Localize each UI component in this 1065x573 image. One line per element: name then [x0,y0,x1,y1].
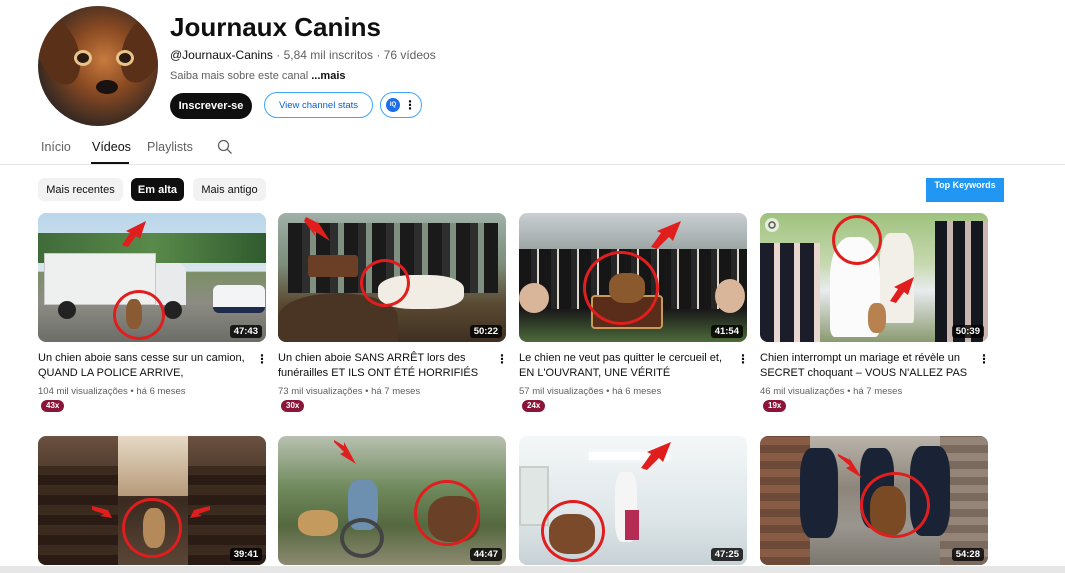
video-menu-icon[interactable]: ⋮ [978,352,990,366]
channel-about[interactable]: Saiba mais sobre este canal ...mais [170,70,346,82]
chip-popular[interactable]: Em alta [131,178,184,201]
video-card[interactable]: 39:41 [38,436,266,565]
about-more-link[interactable]: ...mais [311,70,345,82]
outlier-badge: 43x [41,400,65,412]
video-duration: 41:54 [710,325,743,338]
video-card[interactable]: 50:39 Chien interrompt un mariage et rév… [760,213,990,412]
video-meta: 46 mil visualizações • há 7 meses [760,386,903,397]
video-thumbnail[interactable]: 44:47 [278,436,506,565]
extension-icon: IQ [386,98,400,112]
video-age: há 7 meses [371,386,421,397]
tab-playlists[interactable]: Playlists [147,140,193,154]
about-text: Saiba mais sobre este canal [170,70,309,82]
video-age: há 6 meses [136,386,186,397]
subscribe-button[interactable]: Inscrever-se [170,93,252,119]
video-menu-icon[interactable]: ⋮ [256,352,268,366]
video-age: há 6 meses [612,386,662,397]
video-duration: 47:25 [710,548,743,561]
video-duration: 44:47 [469,548,502,561]
channel-name: Journaux Canins [170,12,381,42]
video-card[interactable]: 50:22 Un chien aboie SANS ARRÊT lors des… [278,213,508,412]
video-meta: 57 mil visualizações • há 6 meses [519,386,662,397]
video-views: 104 mil visualizações [38,386,128,397]
more-vert-icon[interactable]: ⋮ [404,99,416,111]
video-thumbnail[interactable]: 47:25 [519,436,747,565]
video-menu-icon[interactable]: ⋮ [496,352,508,366]
outlier-badge: 19x [763,400,787,412]
meta-separator: · [376,48,381,62]
channel-tabs: Início Vídeos Playlists [0,130,1065,165]
channel-stats-button[interactable]: View channel stats [264,92,373,118]
search-icon[interactable] [217,139,233,155]
extension-button[interactable]: IQ ⋮ [380,92,422,118]
channel-avatar[interactable] [38,6,158,126]
video-menu-icon[interactable]: ⋮ [737,352,749,366]
video-card[interactable]: 47:25 [519,436,747,565]
video-duration: 54:28 [951,548,984,561]
tab-videos[interactable]: Vídeos [92,140,131,154]
video-age: há 7 meses [853,386,903,397]
video-thumbnail[interactable]: 39:41 [38,436,266,565]
video-card[interactable]: 41:54 Le chien ne veut pas quitter le ce… [519,213,749,412]
chip-oldest[interactable]: Mais antigo [193,178,266,201]
video-views: 57 mil visualizações [519,386,604,397]
video-title[interactable]: Le chien ne veut pas quitter le cercueil… [519,351,734,381]
video-thumbnail[interactable]: 41:54 [519,213,747,342]
active-tab-indicator [91,162,129,164]
video-meta: 104 mil visualizações • há 6 meses [38,386,186,397]
video-thumbnail[interactable]: 54:28 [760,436,988,565]
video-views: 46 mil visualizações [760,386,845,397]
settings-overlay-icon [765,218,779,232]
channel-handle: @Journaux-Canins [170,48,273,62]
subscriber-count: 5,84 mil inscritos [283,48,373,62]
video-thumbnail[interactable]: 50:39 [760,213,988,342]
channel-meta: @Journaux-Canins · 5,84 mil inscritos · … [170,48,436,62]
bottom-scroll-area [0,566,1065,573]
video-title[interactable]: Un chien aboie SANS ARRÊT lors des funér… [278,351,493,381]
video-thumbnail[interactable]: 50:22 [278,213,506,342]
video-meta: 73 mil visualizações • há 7 meses [278,386,421,397]
video-card[interactable]: 54:28 [760,436,988,565]
outlier-badge: 24x [522,400,546,412]
video-count: 76 vídeos [383,48,436,62]
video-card[interactable]: 47:43 Un chien aboie sans cesse sur un c… [38,213,268,412]
video-card[interactable]: 44:47 [278,436,506,565]
video-duration: 50:39 [951,325,984,338]
video-duration: 50:22 [469,325,502,338]
channel-header: Journaux Canins @Journaux-Canins · 5,84 … [0,0,1065,130]
outlier-badge: 30x [281,400,305,412]
meta-separator: · [276,48,281,62]
video-duration: 39:41 [229,548,262,561]
video-title[interactable]: Un chien aboie sans cesse sur un camion,… [38,351,253,381]
chip-most-recent[interactable]: Mais recentes [38,178,123,201]
video-duration: 47:43 [229,325,262,338]
video-title[interactable]: Chien interrompt un mariage et révèle un… [760,351,975,381]
video-views: 73 mil visualizações [278,386,363,397]
top-keywords-button[interactable]: Top Keywords [926,178,1004,202]
video-thumbnail[interactable]: 47:43 [38,213,266,342]
tab-home[interactable]: Início [41,140,71,154]
